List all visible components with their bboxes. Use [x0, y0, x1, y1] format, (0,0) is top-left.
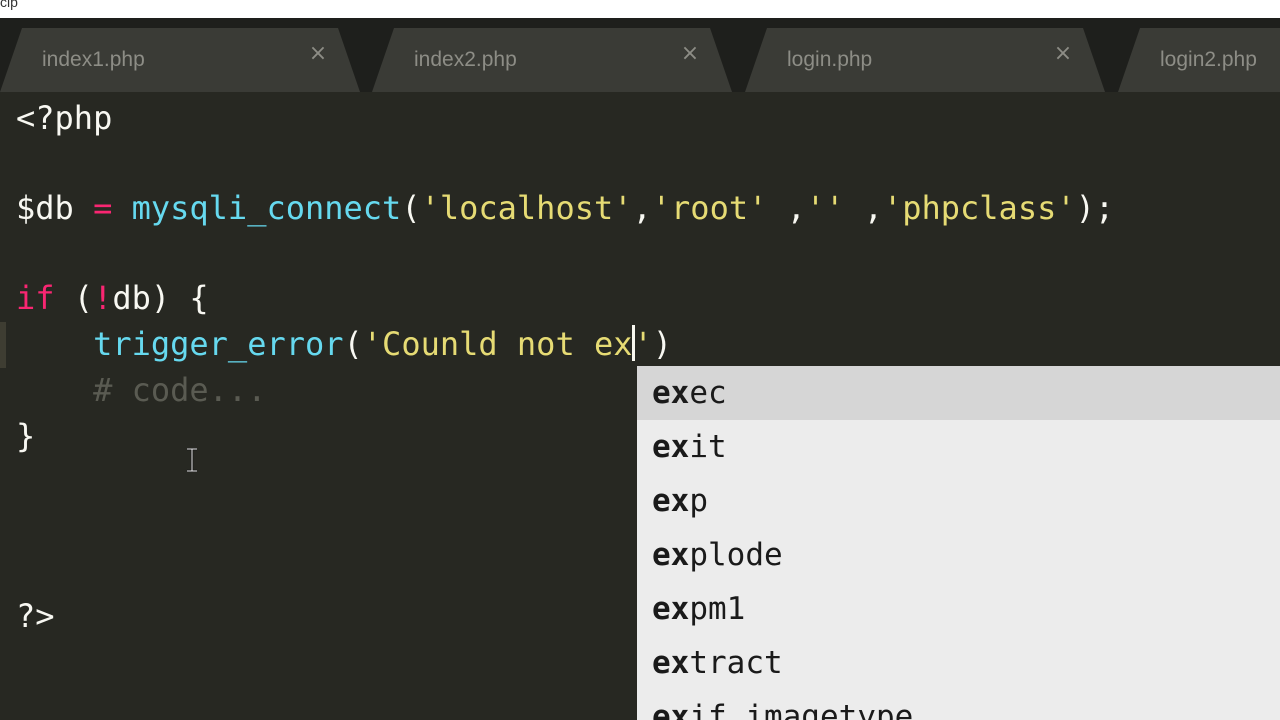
- tab-login2[interactable]: login2.php: [1118, 28, 1280, 92]
- autocomplete-item[interactable]: exec: [637, 366, 1280, 420]
- tab-index1[interactable]: index1.php ×: [0, 28, 360, 92]
- tab-label: login.php: [787, 48, 873, 71]
- tab-bar: index1.php × index2.php × login.php × lo…: [0, 18, 1280, 92]
- code-line-6: trigger_error('Counld not ex'): [93, 325, 673, 363]
- code-line-3: $db = mysqli_connect('localhost','root' …: [16, 189, 1115, 227]
- close-icon[interactable]: ×: [678, 42, 702, 66]
- autocomplete-item[interactable]: exit: [637, 420, 1280, 474]
- tab-label: index1.php: [42, 48, 145, 71]
- code-line-8: }: [16, 417, 36, 455]
- code-line-7: # code...: [16, 371, 267, 409]
- autocomplete-item[interactable]: exif_imagetype: [637, 690, 1280, 720]
- tab-login[interactable]: login.php ×: [745, 28, 1105, 92]
- tab-label: index2.php: [414, 48, 517, 71]
- autocomplete-item[interactable]: extract: [637, 636, 1280, 690]
- close-icon[interactable]: ×: [306, 42, 330, 66]
- autocomplete-item[interactable]: explode: [637, 528, 1280, 582]
- autocomplete-item[interactable]: expm1: [637, 582, 1280, 636]
- autocomplete-item[interactable]: exp: [637, 474, 1280, 528]
- autocomplete-popup[interactable]: exec exit exp explode expm1 extract exif…: [637, 366, 1280, 720]
- code-line-1: <?php: [16, 99, 113, 137]
- close-icon[interactable]: ×: [1051, 42, 1075, 66]
- window-title: cip: [0, 0, 18, 10]
- code-line-12: ?>: [16, 597, 55, 635]
- current-line-indicator: [0, 322, 6, 368]
- mouse-ibeam-icon: [187, 448, 197, 472]
- window-title-strip: cip: [0, 0, 1280, 18]
- code-line-5: if (!db) {: [16, 279, 209, 317]
- tab-label: login2.php: [1160, 48, 1257, 71]
- tab-index2[interactable]: index2.php ×: [372, 28, 732, 92]
